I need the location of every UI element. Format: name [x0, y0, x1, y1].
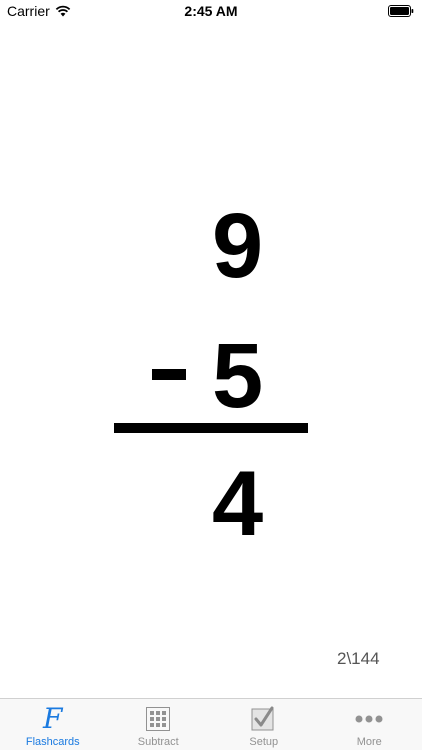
- flashcard[interactable]: 9 5 4 2\144: [0, 22, 422, 698]
- tab-more[interactable]: More: [317, 699, 422, 750]
- tab-bar: F Flashcards Subtract Setup More: [0, 698, 422, 750]
- tab-subtract[interactable]: Subtract: [106, 699, 212, 750]
- tab-label-setup: Setup: [249, 736, 279, 748]
- progress-counter: 2\144: [337, 649, 380, 668]
- grid-icon: [146, 705, 171, 733]
- battery-icon: [388, 5, 414, 17]
- answer-number: 4: [212, 453, 264, 555]
- checkbox-icon: [251, 705, 277, 733]
- status-bar: Carrier 2:45 AM: [0, 0, 422, 22]
- top-number: 9: [212, 195, 264, 297]
- tab-setup[interactable]: Setup: [211, 699, 317, 750]
- bottom-number: 5: [212, 325, 264, 427]
- minus-sign: [152, 369, 186, 380]
- tab-flashcards[interactable]: F Flashcards: [0, 699, 106, 750]
- flashcards-icon: F: [43, 702, 63, 735]
- tab-label-more: More: [356, 736, 382, 748]
- more-icon: [355, 705, 383, 733]
- tab-label-subtract: Subtract: [137, 736, 179, 748]
- tab-label-flashcards: Flashcards: [25, 736, 80, 748]
- status-time: 2:45 AM: [184, 3, 238, 19]
- answer-divider: [114, 423, 308, 433]
